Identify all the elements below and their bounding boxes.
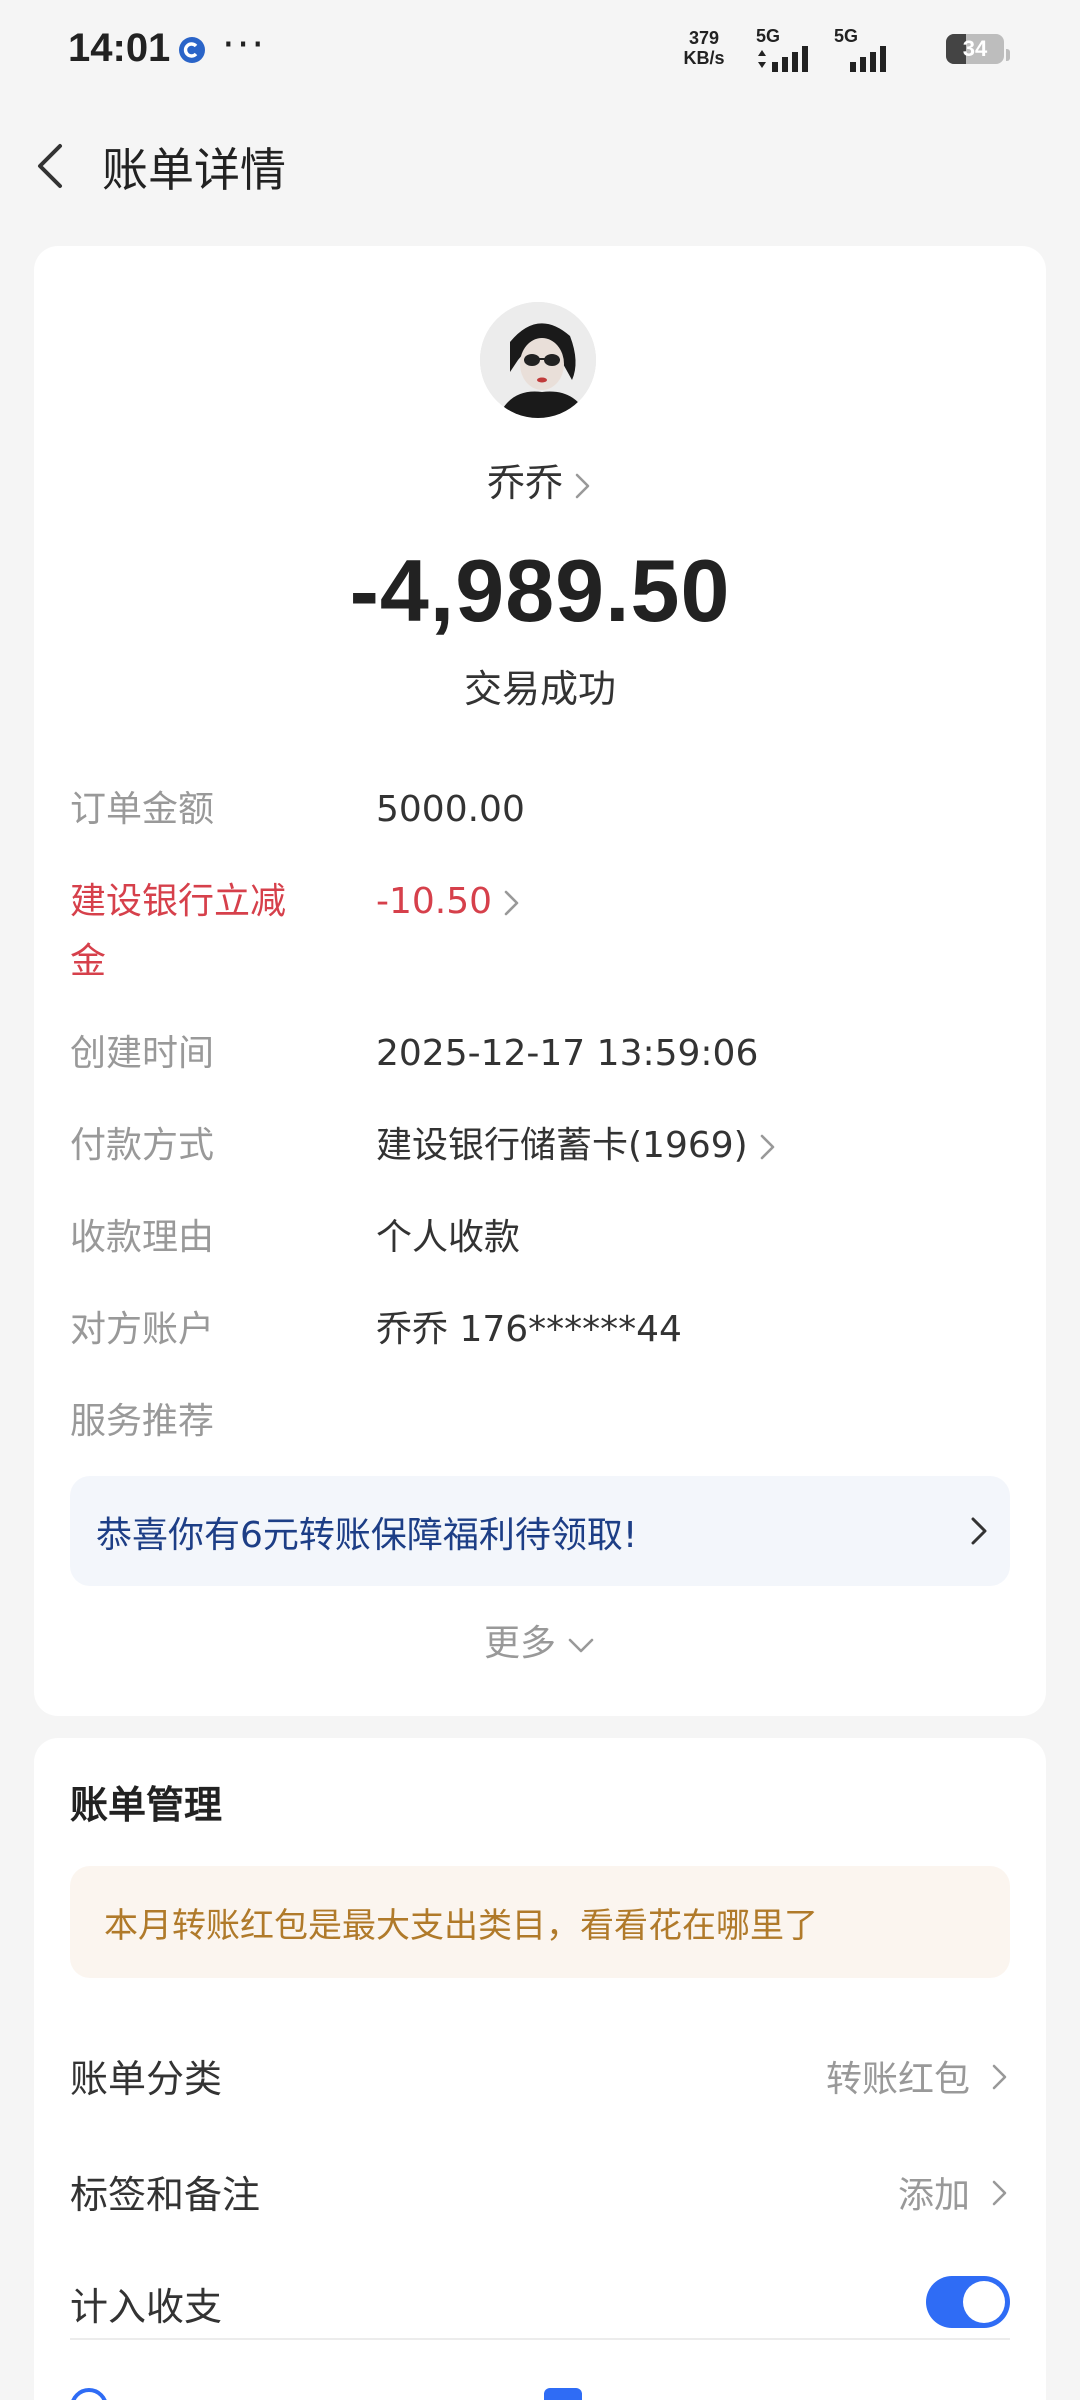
row-label: 计入收支	[70, 2285, 223, 2329]
detail-value: 建设银行储蓄卡(1969)	[376, 1116, 778, 1176]
toggle-knob	[963, 2281, 1005, 2323]
chevron-down-icon	[568, 1638, 594, 1653]
detail-row-counterparty-account: 对方账户 乔乔 176******44	[70, 1300, 1010, 1360]
row-label: 账单分类	[70, 2057, 223, 2101]
more-notifications-icon: ···	[222, 22, 267, 68]
include-in-budget-row: 计入收支	[70, 2266, 1010, 2346]
page-title: 账单详情	[102, 143, 286, 197]
payee-avatar[interactable]	[480, 302, 596, 418]
more-button[interactable]: 更多	[34, 1614, 1046, 1666]
detail-label: 付款方式	[70, 1125, 215, 1166]
chevron-right-icon	[992, 2180, 1007, 2206]
network-speed: 379 KB/s	[683, 28, 725, 68]
detail-row-payment-reason: 收款理由 个人收款	[70, 1208, 1010, 1268]
transaction-amount: -4,989.50	[349, 541, 731, 640]
detail-row-payment-method[interactable]: 付款方式 建设银行储蓄卡(1969)	[70, 1116, 1010, 1176]
app-notification-icon	[179, 37, 205, 63]
detail-row-service-recommend: 服务推荐	[70, 1392, 1010, 1452]
row-value: 添加	[897, 2175, 970, 2216]
transaction-card: 乔乔 -4,989.50 交易成功 订单金额 5000.00 建设银行立减金 -…	[34, 246, 1046, 1716]
section-title: 账单管理	[70, 1783, 223, 1827]
detail-value: 5000.00	[376, 789, 525, 830]
chevron-right-icon	[971, 1517, 987, 1545]
bottom-option-icon[interactable]	[544, 2388, 582, 2400]
battery-icon: 34	[946, 34, 1010, 64]
row-label: 标签和备注	[70, 2173, 261, 2217]
bill-management-card: 账单管理 本月转账红包是最大支出类目，看看花在哪里了 账单分类 转账红包 标签和…	[34, 1738, 1046, 2400]
detail-value: 乔乔 176******44	[376, 1309, 682, 1350]
chevron-right-icon	[760, 1134, 775, 1160]
signal-icon-sim1: 5G	[756, 26, 816, 72]
back-arrow-icon[interactable]	[26, 140, 78, 192]
app-header: 账单详情	[0, 120, 1080, 212]
tip-text: 本月转账红包是最大支出类目，看看花在哪里了	[104, 1906, 818, 1946]
status-time: 14:01	[68, 26, 171, 70]
detail-value: 个人收款	[376, 1217, 521, 1258]
promo-banner[interactable]: 恭喜你有6元转账保障福利待领取!	[70, 1476, 1010, 1586]
row-value: 转账红包	[825, 2059, 970, 2100]
chevron-right-icon	[992, 2064, 1007, 2090]
detail-value: 2025-12-17 13:59:06	[376, 1033, 759, 1074]
chevron-right-icon	[575, 473, 590, 498]
detail-value: -10.50	[376, 872, 522, 932]
detail-label: 服务推荐	[70, 1401, 215, 1442]
detail-label: 对方账户	[70, 1309, 215, 1350]
bill-category-row[interactable]: 账单分类 转账红包	[70, 2038, 1010, 2118]
transaction-status: 交易成功	[463, 667, 616, 711]
detail-label: 收款理由	[70, 1217, 215, 1258]
detail-row-bank-discount[interactable]: 建设银行立减金 -10.50	[70, 872, 1010, 992]
status-bar: 14:01 ··· 379 KB/s 5G 5G 34	[0, 0, 1080, 100]
payee-name: 乔乔	[486, 461, 563, 505]
payee-name-row[interactable]: 乔乔	[34, 452, 1046, 507]
promo-text: 恭喜你有6元转账保障福利待领取!	[96, 1515, 638, 1556]
signal-icon-sim2: 5G	[834, 26, 894, 72]
tags-notes-row[interactable]: 标签和备注 添加	[70, 2154, 1010, 2234]
detail-row-created-time: 创建时间 2025-12-17 13:59:06	[70, 1024, 1010, 1084]
detail-label: 订单金额	[70, 789, 215, 830]
spending-tip[interactable]: 本月转账红包是最大支出类目，看看花在哪里了	[70, 1866, 1010, 1978]
bottom-option-icon[interactable]	[70, 2388, 108, 2400]
detail-label: 创建时间	[70, 1033, 215, 1074]
divider	[70, 2338, 1010, 2340]
detail-row-order-amount: 订单金额 5000.00	[70, 780, 1010, 840]
include-in-budget-toggle[interactable]	[926, 2276, 1010, 2328]
detail-label: 建设银行立减金	[70, 881, 287, 982]
chevron-right-icon	[504, 890, 519, 916]
